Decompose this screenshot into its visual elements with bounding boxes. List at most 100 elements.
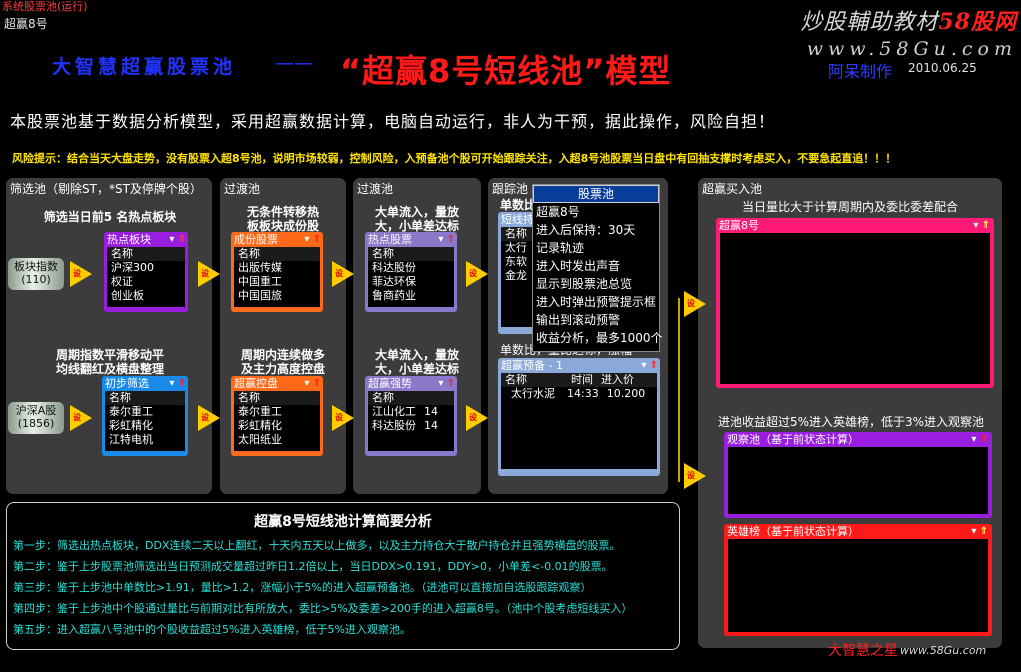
analysis-step: 第一步：筛选出热点板块，DDX连续二天以上翻红，十天内五天以上做多，以及主力持仓…	[13, 539, 621, 552]
window-title: 热点股票 ▾ ⇑	[368, 232, 455, 247]
list-item[interactable]: 创业板	[107, 289, 185, 303]
watermark-line1: 炒股輔助教材58股网	[800, 9, 1017, 35]
window-list: 名称 科达股份 菲达环保 鲁商药业	[368, 247, 454, 307]
flow-arrow-icon: 设	[332, 261, 354, 287]
flow-arrow-icon: 设	[684, 463, 706, 489]
list-item[interactable]: 太阳纸业	[234, 433, 320, 447]
list-header: 名称	[107, 247, 185, 261]
window-list	[720, 233, 990, 384]
popup-item[interactable]: 记录轨迹	[533, 239, 659, 257]
list-item[interactable]: 科达股份	[368, 261, 454, 275]
header-dash: ——	[275, 52, 313, 74]
popup-item[interactable]: 超赢8号	[533, 203, 659, 221]
window-controls-icon[interactable]: ▾ ⇑	[971, 432, 988, 447]
window-initial[interactable]: 初步筛选 ▾ ⇑ 名称 泰尔重工 彩虹精化 江特电机	[102, 376, 188, 456]
window-controls-icon[interactable]: ▾ ⇑	[169, 376, 186, 391]
window-controls-icon[interactable]: ▾ ⇑	[304, 232, 321, 247]
flow-arrow-icon: 设	[466, 405, 488, 431]
window-hero[interactable]: 英雄榜（基于前状态计算） ▾ ⇑	[724, 524, 992, 636]
label-top-sectors: 筛选当日前5 名热点板块	[43, 210, 177, 224]
list-item[interactable]: 江特电机	[105, 433, 185, 447]
flow-arrow-icon: 设	[466, 261, 488, 287]
window-table: 名称 时间 进入价 太行水泥 14:33 10.200	[501, 373, 657, 469]
analysis-step: 第四步：鉴于上步池中个股通过量比与前期对比有所放大，委比>5%及委差>200手的…	[13, 602, 633, 615]
flow-arrow-icon: 设	[198, 261, 220, 287]
popup-item[interactable]: 进入时发出声音	[533, 257, 659, 275]
header-date: 2010.06.25	[908, 61, 977, 75]
panel-title: 超赢买入池	[702, 182, 763, 196]
window-list: 名称 沪深300 权证 创业板	[107, 247, 185, 307]
header-main-title: “超赢8号短线池”模型	[340, 52, 672, 90]
list-item[interactable]: 泰尔重工	[234, 405, 320, 419]
panel-title: 筛选池（剔除ST，*ST及停牌个股）	[10, 182, 202, 196]
window-prepare[interactable]: 超赢预备 - 1 ▾ ⇑ 名称 时间 进入价 太行水泥 14:33 10.200	[498, 358, 660, 476]
list-header: 名称	[105, 391, 185, 405]
window-subtitle: 超赢8号	[4, 17, 48, 31]
window-component[interactable]: 成份股票 ▾ ⇑ 名称 出版传媒 中国重工 中国国旅	[231, 232, 323, 312]
window-controls-icon[interactable]: ▾ ⇑	[169, 232, 186, 247]
window-controls-icon[interactable]: ▾ ⇑	[641, 358, 658, 373]
window-controls-icon[interactable]: ▾ ⇑	[973, 218, 990, 233]
list-item[interactable]: 泰尔重工	[105, 405, 185, 419]
footer-url: www.58Gu.com	[900, 644, 987, 657]
connector-line	[678, 298, 680, 482]
label-volume-rule: 当日量比大于计算周期内及委比委差配合	[741, 200, 958, 214]
flow-arrow-icon: 设	[198, 405, 220, 431]
list-item[interactable]: 菲达环保	[368, 275, 454, 289]
watermark: 炒股輔助教材58股网 www.58Gu.com	[800, 4, 1017, 60]
flow-arrow-icon: 设	[684, 291, 706, 317]
source-all-a-shares[interactable]: 沪深A股 (1856)	[8, 402, 64, 434]
stock-pool-popup[interactable]: 股票池 超赢8号 进入后保持：30天 记录轨迹 进入时发出声音 显示到股票池总览…	[532, 184, 663, 352]
popup-item[interactable]: 收益分析，最多1000个	[533, 329, 663, 347]
header-left-title: 大智慧超赢股票池	[52, 56, 237, 78]
source-label: 沪深A股	[15, 404, 57, 417]
window-title: 英雄榜（基于前状态计算） ▾ ⇑	[727, 524, 988, 539]
popup-item[interactable]: 进入后保持：30天	[533, 221, 659, 239]
list-item[interactable]: 沪深300	[107, 261, 185, 275]
window-hot-sector[interactable]: 热点板块 ▾ ⇑ 名称 沪深300 权证 创业板	[104, 232, 188, 312]
window-controls-icon[interactable]: ▾ ⇑	[438, 376, 455, 391]
list-item[interactable]: 彩虹精化	[105, 419, 185, 433]
popup-item[interactable]: 显示到股票池总览	[533, 275, 659, 293]
window-controls-icon[interactable]: ▾ ⇑	[438, 232, 455, 247]
list-item[interactable]: 中国国旅	[234, 289, 320, 303]
window-list: 名称 江山化工 14 科达股份 14	[368, 391, 454, 451]
window-title: 观察池（基于前状态计算） ▾ ⇑	[727, 432, 988, 447]
window-chaoying8[interactable]: 超赢8号 ▾ ⇑	[716, 218, 994, 388]
list-item[interactable]: 出版传媒	[234, 261, 320, 275]
table-row[interactable]: 太行水泥 14:33 10.200	[501, 387, 657, 401]
header-author: 阿呆制作	[828, 62, 893, 81]
flow-arrow-icon: 设	[332, 405, 354, 431]
window-title: 超赢控盘 ▾ ⇑	[234, 376, 321, 391]
window-controls-icon[interactable]: ▾ ⇑	[971, 524, 988, 539]
window-title: 超赢强势 ▾ ⇑	[368, 376, 455, 391]
popup-item[interactable]: 输出到滚动预警	[533, 311, 659, 329]
list-item[interactable]: 权证	[107, 275, 185, 289]
window-hot-stock[interactable]: 热点股票 ▾ ⇑ 名称 科达股份 菲达环保 鲁商药业	[365, 232, 457, 312]
analysis-step: 第二步：鉴于上步股票池筛选出当日预测成交量超过昨日1.2倍以上，当日DDX>0.…	[13, 560, 613, 573]
risk-warning: 风险提示：结合当天大盘走势，没有股票入超8号池，说明市场较弱，控制风险，入预备池…	[12, 152, 897, 165]
list-item[interactable]: 中国重工	[234, 275, 320, 289]
popup-title: 股票池	[533, 185, 659, 203]
window-strong[interactable]: 超赢强势 ▾ ⇑ 名称 江山化工 14 科达股份 14	[365, 376, 457, 456]
list-item[interactable]: 科达股份 14	[368, 419, 454, 433]
window-list: 名称 泰尔重工 彩虹精化 太阳纸业	[234, 391, 320, 451]
window-list	[728, 447, 988, 514]
list-header: 名称	[234, 247, 320, 261]
list-item[interactable]: 江山化工 14	[368, 405, 454, 419]
label-bigorder-rule-1: 大单流入，量放 大，小单差达标	[374, 205, 459, 233]
window-title: 超赢8号 ▾ ⇑	[719, 218, 990, 233]
list-item[interactable]: 彩虹精化	[234, 419, 320, 433]
source-sector-index[interactable]: 板块指数 (110)	[8, 258, 64, 290]
popup-item[interactable]: 进入时弹出预警提示框	[533, 293, 659, 311]
list-header: 名称	[368, 391, 454, 405]
window-title: 热点板块 ▾ ⇑	[107, 232, 186, 247]
window-control[interactable]: 超赢控盘 ▾ ⇑ 名称 泰尔重工 彩虹精化 太阳纸业	[231, 376, 323, 456]
window-controls-icon[interactable]: ▾ ⇑	[304, 376, 321, 391]
window-observe[interactable]: 观察池（基于前状态计算） ▾ ⇑	[724, 432, 992, 518]
list-item[interactable]: 鲁商药业	[368, 289, 454, 303]
label-control-rule: 周期内连续做多 及主力高度控盘	[240, 348, 325, 376]
source-count: (110)	[21, 273, 51, 286]
label-ema-rule: 周期指数平滑移动平 均线翻红及横盘整理	[55, 348, 164, 376]
analysis-panel: 超赢8号短线池计算简要分析 第一步：筛选出热点板块，DDX连续二天以上翻红，十天…	[6, 502, 680, 650]
